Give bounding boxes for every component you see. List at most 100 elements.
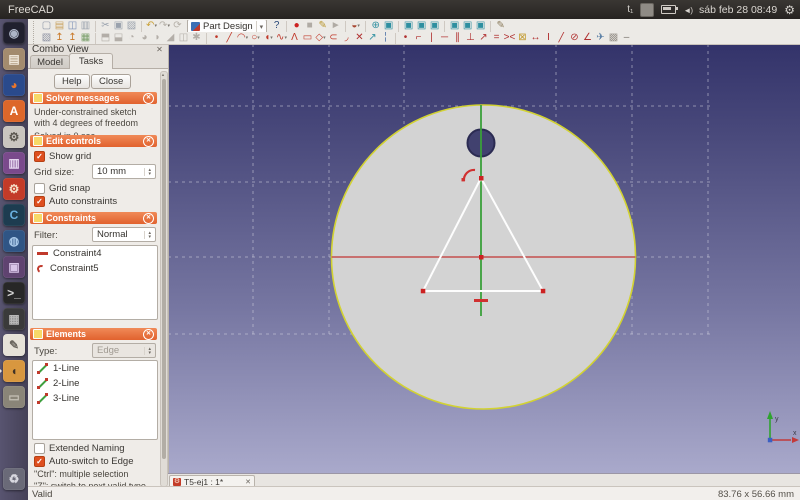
launcher-freecad-icon[interactable]: ⚙ [3,178,25,200]
origin-point[interactable] [479,255,484,260]
launcher-software-center-icon[interactable]: A [3,100,25,122]
extended-naming-row[interactable]: Extended Naming [34,443,125,454]
session-menu-icon[interactable] [784,3,795,17]
toggle-construction-icon[interactable]: ╎ [379,32,392,44]
3d-viewport[interactable]: y x [168,44,800,473]
create-circle-icon[interactable]: ○▾ [249,32,262,44]
launcher-chromium-icon[interactable]: C [3,204,25,226]
workbench-selector[interactable]: Part Design [187,20,267,32]
grid-size-spinbox[interactable]: 10 mm [92,164,156,179]
toolbar-overflow-icon[interactable]: ‒ [620,32,633,44]
constrain-vertical-icon[interactable]: | [425,32,438,44]
horizontal-constraint-marker[interactable] [474,299,488,302]
clock[interactable]: sáb feb 28 08:49 [699,4,777,16]
constraint-item[interactable]: Constraint5 [33,261,157,276]
create-polyline-icon[interactable]: Λ [288,32,301,44]
constrain-angle-icon[interactable]: ∠ [581,32,594,44]
help-button[interactable]: Help [54,74,90,89]
fit-all-icon[interactable]: ⊕ [369,20,382,32]
create-conic-icon[interactable]: ◖▾ [262,32,275,44]
create-polygon-icon[interactable]: ◇▾ [314,32,327,44]
external-geometry-icon[interactable]: ↗ [366,32,379,44]
right-view-icon[interactable]: ▣ [428,20,441,32]
auto-switch-row[interactable]: Auto-switch to Edge [34,456,134,467]
constrain-perpendicular-icon[interactable]: ⊥ [464,32,477,44]
constrain-parallel-icon[interactable]: ∥ [451,32,464,44]
grid-snap-row[interactable]: Grid snap [34,183,90,194]
create-bspline-icon[interactable]: ∿▾ [275,32,288,44]
constrain-coincident-icon[interactable]: • [399,32,412,44]
create-rectangle-icon[interactable]: ▭ [301,32,314,44]
tab-tasks[interactable]: Tasks [69,53,113,69]
launcher-inactive-app-icon[interactable]: ▭ [3,386,25,408]
panel-close-icon[interactable] [154,44,165,55]
trim-edge-icon[interactable]: ✕ [353,32,366,44]
element-item[interactable]: 1-Line [33,361,157,376]
undo-icon[interactable]: ↶▾ [145,20,158,32]
macro-record-icon[interactable]: ● [290,20,303,32]
constrain-radius-icon[interactable]: ⊘ [568,32,581,44]
launcher-firefox-icon[interactable]: ◕ [3,74,25,96]
show-grid-checkbox[interactable] [34,151,45,162]
downgrade-icon[interactable]: ↥ [66,32,79,44]
bottom-view-icon[interactable]: ▣ [461,20,474,32]
auto-constraints-checkbox[interactable] [34,196,45,207]
sketch-view-icon[interactable]: ✎ [494,20,507,32]
battery-icon[interactable] [661,5,676,14]
auto-switch-checkbox[interactable] [34,456,45,467]
extended-naming-checkbox[interactable] [34,443,45,454]
elements-header[interactable]: Elements [30,328,157,340]
mirrored-icon[interactable]: ◫ [177,32,190,44]
launcher-dash-home-icon[interactable]: ◉ [3,22,25,44]
constrain-symmetric-icon[interactable]: >< [503,32,516,44]
create-line-icon[interactable]: ╱ [223,32,236,44]
show-grid-row[interactable]: Show grid [34,151,91,162]
chamfer-icon[interactable]: ◢ [164,32,177,44]
revolve-icon[interactable]: ◔ [125,32,138,44]
vertex-bottom-left[interactable] [421,289,426,294]
pocket-icon[interactable]: ⬓ [112,32,125,44]
volume-icon[interactable] [683,4,692,16]
launcher-media-player-icon[interactable]: ▣ [3,256,25,278]
element-item[interactable]: 3-Line [33,391,157,406]
launcher-web-browser-icon[interactable]: ◍ [3,230,25,252]
left-view-icon[interactable]: ▣ [474,20,487,32]
launcher-system-settings-icon[interactable]: ⚙ [3,126,25,148]
create-arc-icon[interactable]: ◠▾ [236,32,249,44]
element-item[interactable]: 2-Line [33,376,157,391]
print-icon[interactable]: ▥ [79,20,92,32]
redo-icon[interactable]: ↷▾ [158,20,171,32]
copy-icon[interactable]: ▣ [112,20,125,32]
pad-icon[interactable]: ⬒ [99,32,112,44]
constrain-v-distance-icon[interactable]: I [542,32,555,44]
collapse-icon[interactable] [143,136,154,147]
front-view-icon[interactable]: ▣ [402,20,415,32]
axonometric-view-icon[interactable]: ▣ [382,20,395,32]
draw-style-icon[interactable]: ◒▾ [349,20,362,32]
vertex-bottom-right[interactable] [541,289,546,294]
fillet-feature-icon[interactable]: ◗ [151,32,164,44]
refresh-icon[interactable]: ⟳ [171,20,184,32]
close-button[interactable]: Close [91,74,131,89]
constrain-point-on-object-icon[interactable]: ⌐ [412,32,425,44]
constrain-tangent-icon[interactable]: ↗ [477,32,490,44]
app-menu-title[interactable]: FreeCAD [8,4,54,16]
panel-scrollbar[interactable] [160,71,168,487]
top-view-icon[interactable]: ▣ [415,20,428,32]
create-point-icon[interactable]: • [210,32,223,44]
combo-arrows-icon[interactable] [144,231,151,239]
groove-icon[interactable]: ◕ [138,32,151,44]
constrain-snell-icon[interactable]: ✈ [594,32,607,44]
tab-close-icon[interactable] [245,478,251,486]
constraints-header[interactable]: Constraints [30,212,157,224]
launcher-text-editor-icon[interactable]: ✎ [3,334,25,356]
new-document-icon[interactable]: ▢ [40,20,53,32]
tab-model[interactable]: Model [30,55,70,69]
constrain-internal-alignment-icon[interactable]: ▩ [607,32,620,44]
launcher-trash-icon[interactable]: ♻ [3,468,25,490]
constrain-horizontal-icon[interactable]: ─ [438,32,451,44]
constrain-lock-icon[interactable]: ⊠ [516,32,529,44]
macro-stop-icon[interactable]: ■ [303,20,316,32]
pattern-icon[interactable]: ✱ [190,32,203,44]
grid-snap-checkbox[interactable] [34,183,45,194]
